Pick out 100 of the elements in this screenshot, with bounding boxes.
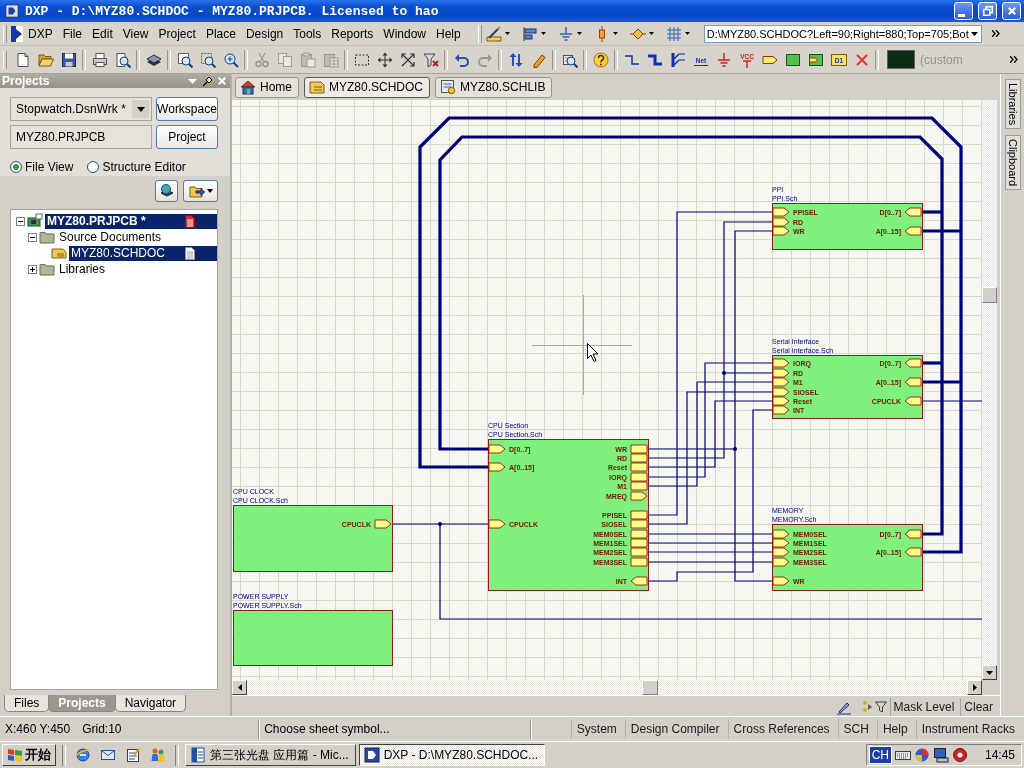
caret-icon[interactable] — [970, 31, 978, 36]
sheet-entry[interactable] — [630, 444, 648, 454]
dropdown-button[interactable] — [132, 100, 149, 118]
address-field[interactable]: D:\MYZ80.SCHDOC?Left=90;Right=880;Top=705;Bot — [703, 24, 982, 43]
sheet-entry[interactable] — [630, 472, 648, 482]
sheet-entry[interactable] — [630, 519, 648, 529]
menu-item[interactable]: Edit — [87, 23, 118, 44]
notepad-icon[interactable] — [125, 747, 141, 763]
caret-icon[interactable] — [648, 32, 654, 35]
sheet-entry[interactable] — [904, 358, 922, 368]
pin-icon[interactable] — [202, 75, 213, 87]
printer-icon[interactable] — [91, 51, 108, 68]
workspace-dropdown[interactable]: Stopwatch.DsnWrk * — [10, 97, 152, 121]
taskbar-button[interactable]: 第三张光盘 应用篇 - Mic... — [185, 744, 356, 766]
up-down-arrows-icon[interactable] — [507, 51, 524, 68]
project-field[interactable]: MYZ80.PRJPCB — [10, 125, 152, 149]
sheet-entry-icon[interactable] — [807, 51, 824, 68]
menu-item[interactable]: DXP — [23, 23, 58, 44]
radio-button[interactable] — [87, 161, 100, 173]
menu-item[interactable]: Window — [378, 23, 431, 44]
panel-button[interactable]: Help — [876, 719, 913, 739]
scrollbar-thumb[interactable] — [982, 287, 997, 303]
sheet-entry[interactable] — [630, 453, 648, 463]
cross-mark-icon[interactable] — [853, 51, 870, 68]
start-button[interactable]: 开始 — [2, 744, 56, 766]
sheet-symbol[interactable] — [772, 524, 923, 591]
language-indicator[interactable]: CH — [868, 746, 892, 764]
sheet-entry[interactable] — [630, 547, 648, 557]
ground-icon[interactable] — [715, 51, 732, 68]
scrollbar-thumb[interactable] — [642, 680, 658, 695]
sheet-entry[interactable] — [772, 405, 790, 415]
zoom-page-icon[interactable] — [176, 51, 193, 68]
sheet-entry[interactable] — [904, 207, 922, 217]
computer-icon[interactable] — [932, 747, 949, 763]
sheet-entry[interactable] — [488, 444, 506, 454]
sheet-entry[interactable] — [630, 557, 648, 567]
document-tab[interactable]: MYZ80.SCHLIB — [435, 76, 553, 98]
menu-item[interactable]: Help — [431, 23, 466, 44]
bus-entry-icon[interactable] — [669, 51, 686, 68]
pie-icon[interactable] — [913, 747, 930, 763]
menu-item[interactable]: Reports — [326, 23, 379, 44]
sheet-entry[interactable] — [772, 377, 790, 387]
sheet-entry[interactable] — [772, 538, 790, 548]
sheet-entry[interactable] — [630, 491, 648, 501]
sheet-entry[interactable] — [772, 368, 790, 378]
sheet-entry[interactable] — [904, 547, 922, 557]
menu-item[interactable]: Project — [153, 23, 201, 44]
sheet-entry[interactable] — [630, 481, 648, 491]
tree-toggle[interactable] — [16, 216, 25, 226]
caret-icon[interactable] — [684, 32, 690, 35]
dots-arrow-icon[interactable] — [861, 699, 872, 714]
horizontal-scrollbar[interactable] — [232, 680, 982, 695]
panel-tab[interactable]: Files — [4, 695, 50, 712]
sheet-entry[interactable] — [772, 207, 790, 217]
dashed-rectangle-icon[interactable] — [353, 51, 370, 68]
clear-button[interactable]: Clear — [960, 697, 996, 716]
sheet-entry[interactable] — [772, 358, 790, 368]
scroll-down-button[interactable] — [982, 665, 997, 680]
globe-icon[interactable] — [75, 747, 91, 763]
side-panel-tab[interactable]: Libraries — [1004, 79, 1021, 130]
workspace-button[interactable]: Workspace — [156, 97, 218, 121]
sheet-entry[interactable] — [488, 519, 506, 529]
scroll-left-button[interactable] — [232, 680, 247, 695]
tree-item[interactable]: Libraries — [57, 261, 217, 277]
panel-button[interactable]: SCH — [837, 719, 874, 739]
sheet-entry[interactable] — [772, 387, 790, 397]
caret-icon[interactable] — [612, 32, 618, 35]
pencil-ruler-icon[interactable] — [485, 25, 502, 42]
sheet-entry[interactable] — [630, 576, 648, 586]
sheet-entry[interactable] — [630, 538, 648, 548]
sheet-entry[interactable] — [772, 226, 790, 236]
ring-icon[interactable] — [951, 747, 968, 763]
sheet-entry[interactable] — [488, 462, 506, 472]
caret-icon[interactable] — [576, 32, 582, 35]
globe-drive-button[interactable] — [155, 179, 178, 202]
side-panel-tab[interactable]: Clipboard — [1004, 135, 1021, 191]
menu-item[interactable]: Place — [200, 23, 241, 44]
caret-icon[interactable] — [540, 32, 546, 35]
sheet-entry[interactable] — [904, 226, 922, 236]
menu-item[interactable]: View — [117, 23, 154, 44]
color-swatch[interactable] — [887, 50, 915, 69]
funnel-cross-icon[interactable] — [422, 51, 439, 68]
taskbar-button[interactable]: DXP - D:\MYZ80.SCHDOC... — [358, 744, 546, 766]
panel-button[interactable]: Cross References — [727, 719, 835, 739]
keyboard-icon[interactable] — [894, 749, 911, 761]
sheet-entry[interactable] — [772, 547, 790, 557]
project-button[interactable]: Project — [156, 125, 218, 149]
menu-item[interactable]: Design — [240, 23, 289, 44]
chevron-icon[interactable] — [1010, 56, 1018, 63]
tree-item[interactable]: MYZ80.SCHDOC — [69, 245, 217, 261]
panel-button[interactable]: Instrument Racks — [915, 719, 1020, 739]
folder-arrow-button[interactable] — [183, 179, 218, 202]
align-icon[interactable] — [521, 25, 538, 42]
sheet-entry[interactable] — [772, 529, 790, 539]
sheet-entry[interactable] — [630, 462, 648, 472]
close-button[interactable] — [1002, 2, 1021, 20]
logo-icon[interactable] — [11, 25, 23, 42]
funnel-icon[interactable] — [874, 700, 887, 713]
scroll-right-button[interactable] — [967, 680, 982, 695]
open-folder-icon[interactable] — [37, 51, 54, 68]
